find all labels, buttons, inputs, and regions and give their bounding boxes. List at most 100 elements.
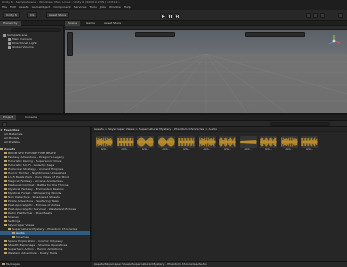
- hierarchy-panel: Hierarchy SampleScene Main Camera Direct…: [0, 21, 64, 113]
- tab-hierarchy[interactable]: Hierarchy: [0, 21, 21, 26]
- search-icon[interactable]: [306, 13, 311, 18]
- settings-icon[interactable]: [338, 13, 343, 18]
- cloud-button[interactable]: CG: [27, 12, 38, 18]
- folder-icon: [4, 252, 7, 254]
- folder-item[interactable]: Western Adventure - Dusty Trails: [0, 251, 90, 255]
- audio-asset-tile[interactable]: Amb...: [280, 136, 299, 151]
- folder-icon: [4, 204, 7, 206]
- scene-gizmo[interactable]: [327, 34, 341, 48]
- asset-label: Amb...: [162, 148, 170, 151]
- gizmos-overlay[interactable]: [245, 32, 305, 37]
- audio-asset-tile[interactable]: Amb...: [259, 136, 278, 151]
- folder-icon: [4, 200, 7, 202]
- play-icon[interactable]: [160, 13, 165, 18]
- folder-icon: [4, 224, 7, 226]
- scene-viewport[interactable]: [65, 30, 347, 113]
- asset-label: Amb...: [100, 148, 109, 151]
- project-content: Assets > Skyscraper Views > Supernatural…: [92, 127, 347, 261]
- asset-label: Amb...: [141, 148, 150, 151]
- asset-path-bar: Assets/Skyscraper Views/Supernatural Mys…: [92, 261, 347, 267]
- audio-asset-tile[interactable]: Amb...: [157, 136, 176, 151]
- asset-store-button[interactable]: Asset Store: [46, 12, 70, 18]
- asset-label: Amb...: [223, 148, 232, 151]
- folder-icon: [4, 192, 7, 194]
- folder-icon: [0, 148, 3, 150]
- transform-tools-overlay[interactable]: [67, 32, 73, 56]
- scene-panel: Scene Game Asset Store: [65, 21, 347, 113]
- pause-icon[interactable]: [167, 13, 172, 18]
- waveform-icon: [137, 136, 154, 148]
- account-button[interactable]: Unity 6: [3, 12, 20, 18]
- folder-icon: [4, 152, 7, 154]
- folder-icon: [4, 244, 7, 246]
- folder-icon: [4, 188, 7, 190]
- audio-asset-tile[interactable]: Amb...: [198, 136, 217, 151]
- folder-icon: [4, 172, 7, 174]
- project-tree: ★Favorites All Materials All Models All …: [0, 127, 91, 261]
- packages-row[interactable]: Packages: [0, 261, 92, 267]
- folder-icon: [4, 220, 7, 222]
- packages-label: Packages: [6, 262, 20, 266]
- hierarchy-item[interactable]: Global Volume: [8, 45, 34, 49]
- layout-icon[interactable]: [320, 13, 325, 18]
- audio-asset-tile[interactable]: Amb...: [177, 136, 196, 151]
- project-search-input[interactable]: [270, 122, 330, 126]
- audio-asset-tile[interactable]: Amb...: [116, 136, 135, 151]
- view-options-overlay[interactable]: [135, 32, 175, 37]
- asset-label: Amb...: [182, 148, 191, 151]
- hierarchy-tabstrip: Hierarchy: [0, 21, 64, 26]
- asset-label: Amb...: [285, 148, 293, 151]
- waveform-icon: [157, 136, 175, 148]
- folder-icon: [4, 180, 7, 182]
- audio-asset-tile[interactable]: Amb...: [239, 136, 258, 151]
- folder-icon: [4, 212, 7, 214]
- folder-icon: [4, 160, 7, 162]
- hierarchy-search-input[interactable]: [11, 28, 61, 32]
- folder-icon: [4, 240, 7, 242]
- audio-asset-tile[interactable]: Amb...: [218, 136, 237, 151]
- gameobject-icon: [8, 45, 11, 49]
- main-toolbar: Unity 6 CG Asset Store: [0, 10, 347, 21]
- asset-label: Amb...: [264, 148, 273, 151]
- folder-icon: [4, 176, 7, 178]
- audio-asset-tile[interactable]: Amb...: [95, 136, 114, 151]
- folder-icon: [2, 263, 5, 265]
- waveform-icon: [96, 136, 113, 148]
- scene-icon: [3, 33, 6, 37]
- favorite-item-label: All Prefabs: [4, 140, 20, 144]
- folder-icon: [4, 196, 7, 198]
- folder-icon: [12, 236, 15, 238]
- folder-icon: [4, 156, 7, 158]
- audio-asset-tile[interactable]: Amb...: [300, 136, 319, 151]
- asset-label: Amb...: [244, 148, 252, 151]
- waveform-icon: [260, 136, 277, 148]
- folder-icon: [4, 208, 7, 210]
- folder-icon: [8, 228, 11, 230]
- asset-label: Amb...: [203, 148, 211, 151]
- waveform-icon: [280, 136, 298, 148]
- add-icon[interactable]: [2, 121, 7, 127]
- hierarchy-item-label: Global Volume: [12, 45, 34, 49]
- breadcrumb[interactable]: Assets > Skyscraper Views > Supernatural…: [92, 127, 347, 132]
- folder-icon: [4, 216, 7, 218]
- waveform-icon: [239, 136, 257, 148]
- audio-asset-tile[interactable]: Amb...: [136, 136, 155, 151]
- folder-icon: [4, 248, 7, 250]
- step-icon[interactable]: [174, 13, 179, 18]
- waveform-icon: [219, 136, 236, 148]
- folder-label: Western Adventure - Dusty Trails: [8, 251, 58, 255]
- favorite-item[interactable]: All Prefabs: [0, 140, 90, 144]
- asset-label: Amb...: [305, 148, 314, 151]
- layers-icon[interactable]: [313, 13, 318, 18]
- waveform-icon: [198, 136, 216, 148]
- folder-icon: [12, 232, 15, 234]
- tab-console[interactable]: Console: [22, 115, 40, 120]
- waveform-icon: [301, 136, 318, 148]
- folder-icon: [4, 184, 7, 186]
- grid-overlay: [65, 54, 347, 113]
- folder-icon: [4, 164, 7, 166]
- waveform-icon: [178, 136, 195, 148]
- waveform-icon: [116, 136, 134, 148]
- folder-icon: [4, 168, 7, 170]
- tab-project[interactable]: Project: [0, 115, 17, 120]
